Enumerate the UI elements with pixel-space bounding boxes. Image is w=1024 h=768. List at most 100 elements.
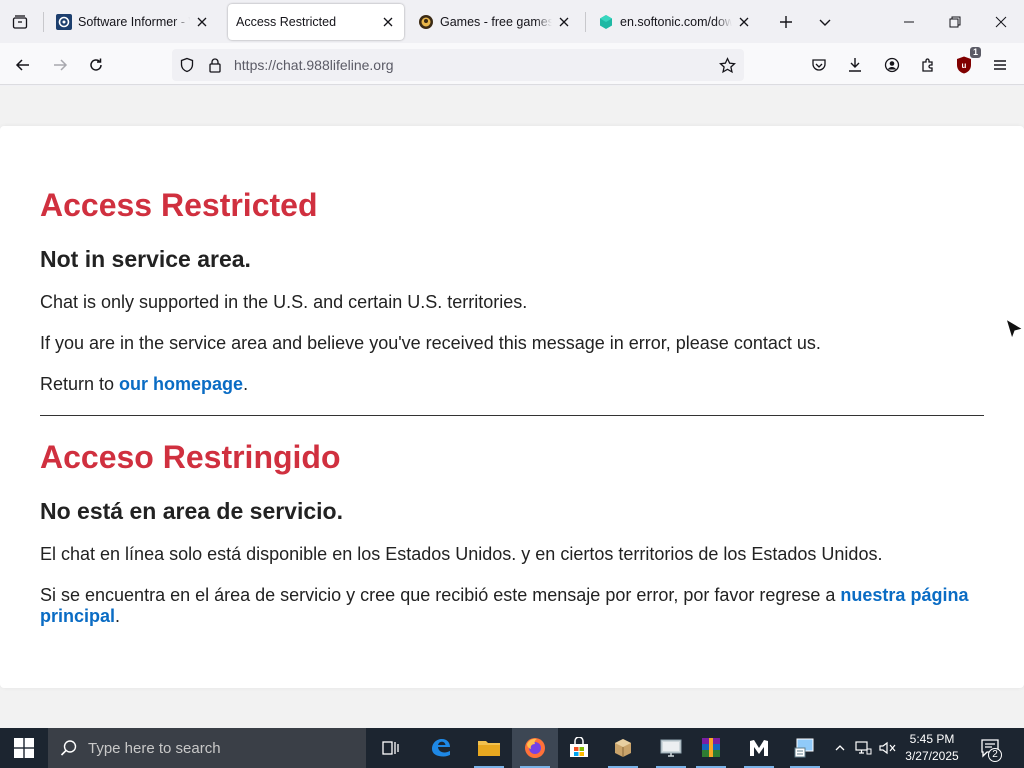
tab-title: en.softonic.com/down [620,15,732,29]
volume-muted-icon [879,741,896,755]
restore-icon [949,16,961,27]
page-title-en: Access Restricted [40,187,318,223]
message-en-line1: Chat is only supported in the U.S. and c… [40,292,528,312]
taskbar-edge[interactable] [418,728,464,768]
download-icon [849,58,861,72]
close-icon [995,16,1007,27]
malwarebytes-icon [750,740,768,756]
page-viewport: Access Restricted Not in service area. C… [0,86,1024,728]
task-view-button[interactable] [368,728,414,768]
address-bar[interactable]: https://chat.988lifeline.org [172,49,744,81]
tracking-protection-shield-icon[interactable] [178,56,196,74]
close-tab-icon[interactable] [556,14,572,30]
puzzle-icon [922,58,933,72]
tab-strip: Software Informer - Wi Access Restricted… [0,0,1024,43]
network-button[interactable] [852,728,874,768]
taskbar-search-box[interactable]: Type here to search [48,728,366,768]
clock-time: 5:45 PM [909,732,955,746]
arrow-right-icon [54,59,68,71]
message-es-line2-prefix: Si se encuentra en el área de servicio y… [40,585,841,605]
subtitle-es: No está en area de servicio. [40,498,343,524]
show-hidden-icons-button[interactable] [832,728,848,768]
subtitle-en: Not in service area. [40,246,251,272]
pocket-icon [812,59,826,71]
tab-title: Access Restricted [236,15,337,29]
taskbar-firefox[interactable] [512,728,558,768]
taskbar-microsoft-store[interactable] [556,728,602,768]
volume-button[interactable] [876,728,898,768]
package-box-icon [615,739,631,757]
chevron-down-icon [819,19,831,26]
action-center-button[interactable]: 2 [970,728,1010,768]
network-icon [855,741,872,755]
close-tab-icon[interactable] [736,14,752,30]
svg-text:u: u [962,61,967,70]
taskbar-winrar[interactable] [688,728,734,768]
forward-button[interactable] [47,52,73,78]
restore-button[interactable] [932,0,978,43]
extensions-button[interactable] [915,52,941,78]
downloads-button[interactable] [842,52,868,78]
minimize-button[interactable] [886,0,932,43]
taskbar-app-package[interactable] [600,728,646,768]
monitor-app-icon [660,739,682,757]
tab-access-restricted[interactable]: Access Restricted [228,4,404,40]
clock-date: 3/27/2025 [905,749,959,763]
folder-icon [478,741,500,756]
bookmark-star-icon[interactable] [718,56,736,74]
windows-logo-icon [14,738,34,758]
tab-title: Software Informer - Wi [78,15,190,29]
task-view-icon [382,741,399,755]
return-suffix: . [243,374,249,394]
reload-icon [90,58,102,71]
reload-button[interactable] [83,52,109,78]
games-favicon-icon [419,15,433,29]
edge-icon [432,739,450,757]
page-title-es: Acceso Restringido [40,439,341,475]
return-line-en: Return to our homepage. [40,374,248,395]
tab-list-icon [12,15,28,29]
new-tab-button[interactable] [774,10,798,34]
search-placeholder: Type here to search [88,739,221,757]
taskbar-malwarebytes[interactable] [736,728,782,768]
url-text[interactable]: https://chat.988lifeline.org [234,57,394,73]
search-icon [60,740,77,756]
tab-softonic[interactable]: en.softonic.com/down [590,4,760,40]
start-button[interactable] [0,728,48,768]
winrar-icon [702,738,720,757]
lock-icon[interactable] [206,56,224,74]
taskbar-file-explorer[interactable] [466,728,512,768]
content-card: Access Restricted Not in service area. C… [0,126,1024,688]
pocket-button[interactable] [806,52,832,78]
message-en-line2: If you are in the service area and belie… [40,333,821,353]
homepage-link[interactable]: our homepage [119,374,243,394]
windows-taskbar: Type here to search 5:45 PM 3/27/2025 2 [0,728,1024,768]
app-menu-button[interactable] [987,52,1013,78]
firefox-icon [525,738,545,758]
tab-software-informer[interactable]: Software Informer - Wi [48,4,218,40]
message-es-line2-suffix: . [115,606,121,626]
blocked-count-badge: 1 [969,47,981,58]
close-tab-icon[interactable] [194,14,210,30]
navigation-toolbar: https://chat.988lifeline.org u 1 [0,43,1024,85]
message-es-line1: El chat en línea solo está disponible en… [40,544,883,564]
section-divider [40,415,984,416]
tab-overflow-menu-button[interactable] [813,10,837,34]
ublock-origin-button[interactable]: u 1 [951,47,981,78]
arrow-left-icon [15,59,29,71]
notification-count: 2 [988,748,1002,762]
system-clock[interactable]: 5:45 PM 3/27/2025 [900,731,964,765]
list-all-tabs-button[interactable] [8,10,32,34]
tab-title: Games - free games on [440,15,552,29]
plus-icon [780,16,792,28]
close-window-button[interactable] [978,0,1024,43]
software-informer-favicon-icon [56,14,72,30]
account-button[interactable] [879,52,905,78]
taskbar-control-panel[interactable] [782,728,828,768]
back-button[interactable] [10,52,36,78]
ublock-shield-icon: u [957,56,971,74]
store-icon [570,737,588,757]
mouse-cursor-icon [1005,318,1024,341]
tab-games[interactable]: Games - free games on [410,4,580,40]
close-tab-icon[interactable] [380,14,396,30]
